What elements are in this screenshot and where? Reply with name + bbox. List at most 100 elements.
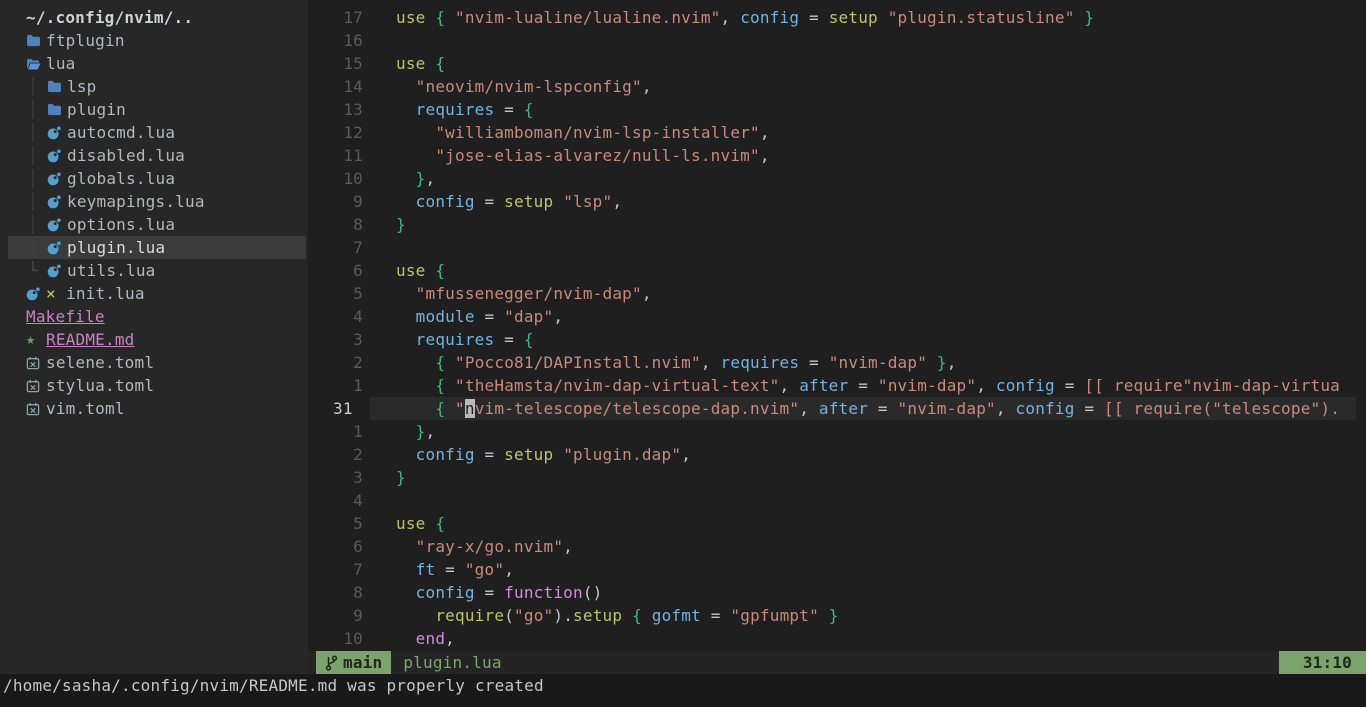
tree-item-init-lua[interactable]: ×init.lua bbox=[0, 282, 308, 305]
tree-item-label: plugin bbox=[67, 98, 126, 121]
lua-icon bbox=[26, 287, 46, 301]
line-number-gutter: 3 bbox=[308, 328, 396, 351]
tree-item-options-lua[interactable]: │options.lua bbox=[0, 213, 308, 236]
relative-line-number: 2 bbox=[333, 351, 363, 374]
line-number-gutter: 9 bbox=[308, 190, 396, 213]
tree-item-autocmd-lua[interactable]: │autocmd.lua bbox=[0, 121, 308, 144]
tree-item-lua[interactable]: lua bbox=[0, 52, 308, 75]
code-lines: 17use { "nvim-lualine/lualine.nvim", con… bbox=[308, 6, 1366, 650]
code-line[interactable]: 8} bbox=[308, 213, 1366, 236]
code-line[interactable]: 9 config = setup "lsp", bbox=[308, 190, 1366, 213]
editor-buffer[interactable]: 17use { "nvim-lualine/lualine.nvim", con… bbox=[308, 0, 1366, 651]
tree-item-label: globals.lua bbox=[67, 167, 175, 190]
code-line[interactable]: 2 { "Pocco81/DAPInstall.nvim", requires … bbox=[308, 351, 1366, 374]
code-text: "ray-x/go.nvim", bbox=[396, 535, 573, 558]
tree-item-readme-md[interactable]: ★README.md bbox=[0, 328, 308, 351]
code-line[interactable]: 6use { bbox=[308, 259, 1366, 282]
lua-icon bbox=[47, 241, 67, 255]
indent-guide: │ bbox=[26, 75, 47, 98]
code-line[interactable]: 1 { "theHamsta/nvim-dap-virtual-text", a… bbox=[308, 374, 1366, 397]
code-text: }, bbox=[396, 420, 435, 443]
relative-line-number: 17 bbox=[333, 6, 363, 29]
line-number-gutter: 8 bbox=[308, 213, 396, 236]
code-line[interactable]: 14 "neovim/nvim-lspconfig", bbox=[308, 75, 1366, 98]
indent-guide: └ bbox=[26, 259, 47, 282]
code-line[interactable]: 16 bbox=[308, 29, 1366, 52]
code-line[interactable]: 6 "ray-x/go.nvim", bbox=[308, 535, 1366, 558]
line-number-gutter: 7 bbox=[308, 236, 396, 259]
code-line[interactable]: 10 }, bbox=[308, 167, 1366, 190]
tree-item-makefile[interactable]: Makefile bbox=[0, 305, 308, 328]
relative-line-number: 8 bbox=[333, 581, 363, 604]
tree-item-vim-toml[interactable]: vim.toml bbox=[0, 397, 308, 420]
relative-line-number: 14 bbox=[333, 75, 363, 98]
tree-item-label: lua bbox=[46, 52, 76, 75]
line-number-gutter: 4 bbox=[308, 489, 396, 512]
code-line[interactable]: 1 }, bbox=[308, 420, 1366, 443]
code-line[interactable]: 5use { bbox=[308, 512, 1366, 535]
tree-item-lsp[interactable]: │lsp bbox=[0, 75, 308, 98]
relative-line-number: 9 bbox=[333, 190, 363, 213]
relative-line-number: 2 bbox=[333, 443, 363, 466]
code-line[interactable]: 7 bbox=[308, 236, 1366, 259]
code-line[interactable]: 4 module = "dap", bbox=[308, 305, 1366, 328]
tree-item-plugin-lua[interactable]: │plugin.lua bbox=[8, 236, 306, 259]
code-line[interactable]: 10 end, bbox=[308, 627, 1366, 650]
tree-item-label: disabled.lua bbox=[67, 144, 185, 167]
line-number-gutter: 10 bbox=[308, 167, 396, 190]
code-line[interactable]: 3} bbox=[308, 466, 1366, 489]
code-text: } bbox=[396, 466, 406, 489]
code-text: "neovim/nvim-lspconfig", bbox=[396, 75, 652, 98]
code-line[interactable]: 12 "williamboman/nvim-lsp-installer", bbox=[308, 121, 1366, 144]
code-text: use { "nvim-lualine/lualine.nvim", confi… bbox=[396, 6, 1094, 29]
code-text: } bbox=[396, 213, 406, 236]
cursor-position-badge: 31:10 bbox=[1279, 651, 1366, 674]
line-number-gutter: 15 bbox=[308, 52, 396, 75]
statusline: main plugin.lua 31:10 bbox=[308, 651, 1366, 674]
code-line-current[interactable]: 31 { "nvim-telescope/telescope-dap.nvim"… bbox=[308, 397, 1366, 420]
code-line[interactable]: 17 use { "nvim-lualine/lualine.nvim", con… bbox=[308, 6, 1366, 29]
code-line[interactable]: 15 use { bbox=[308, 52, 1366, 75]
relative-line-number: 15 bbox=[333, 52, 363, 75]
code-line[interactable]: 8 config = function() bbox=[308, 581, 1366, 604]
tree-item-label: init.lua bbox=[66, 282, 145, 305]
git-branch-icon bbox=[325, 655, 338, 671]
relative-line-number: 6 bbox=[333, 535, 363, 558]
star-icon: ★ bbox=[26, 328, 46, 351]
relative-line-number: 3 bbox=[333, 466, 363, 489]
code-line[interactable]: 9 require("go").setup { gofmt = "gpfumpt… bbox=[308, 604, 1366, 627]
line-number-gutter: 2 bbox=[308, 351, 396, 374]
code-line[interactable]: 11 "jose-elias-alvarez/null-ls.nvim", bbox=[308, 144, 1366, 167]
line-number-gutter: 14 bbox=[308, 75, 396, 98]
relative-line-number: 10 bbox=[333, 627, 363, 650]
lua-icon bbox=[47, 218, 67, 232]
code-line[interactable]: 3 requires = { bbox=[308, 328, 1366, 351]
code-line[interactable]: 13 requires = { bbox=[308, 98, 1366, 121]
tree-item-globals-lua[interactable]: │ globals.lua bbox=[0, 167, 308, 190]
x-mark-icon: × bbox=[46, 282, 66, 305]
line-number-gutter: 1 bbox=[308, 420, 396, 443]
line-number-gutter: 1 bbox=[308, 374, 396, 397]
toml-icon bbox=[26, 356, 46, 370]
code-line[interactable]: 7 ft = "go", bbox=[308, 558, 1366, 581]
folder-icon bbox=[47, 80, 67, 93]
tree-item-selene-toml[interactable]: selene.toml bbox=[0, 351, 308, 374]
tree-item-label: options.lua bbox=[67, 213, 175, 236]
tree-item-keymapings-lua[interactable]: │keymapings.lua bbox=[0, 190, 308, 213]
tree-item-utils-lua[interactable]: └utils.lua bbox=[0, 259, 308, 282]
tree-item-stylua-toml[interactable]: stylua.toml bbox=[0, 374, 308, 397]
relative-line-number: 7 bbox=[333, 558, 363, 581]
line-number-gutter: 13 bbox=[308, 98, 396, 121]
code-text: use { bbox=[396, 52, 445, 75]
line-number-gutter: 7 bbox=[308, 558, 396, 581]
code-line[interactable]: 4 bbox=[308, 489, 1366, 512]
code-text: requires = { bbox=[396, 328, 534, 351]
indent-guide: │ bbox=[26, 167, 47, 190]
tree-item-label: selene.toml bbox=[46, 351, 154, 374]
tree-item-ftplugin[interactable]: ftplugin bbox=[0, 29, 308, 52]
code-text: { "theHamsta/nvim-dap-virtual-text", aft… bbox=[396, 374, 1340, 397]
code-line[interactable]: 2 config = setup "plugin.dap", bbox=[308, 443, 1366, 466]
tree-item-disabled-lua[interactable]: │disabled.lua bbox=[0, 144, 308, 167]
code-line[interactable]: 5 "mfussenegger/nvim-dap", bbox=[308, 282, 1366, 305]
tree-item-plugin[interactable]: │plugin bbox=[0, 98, 308, 121]
